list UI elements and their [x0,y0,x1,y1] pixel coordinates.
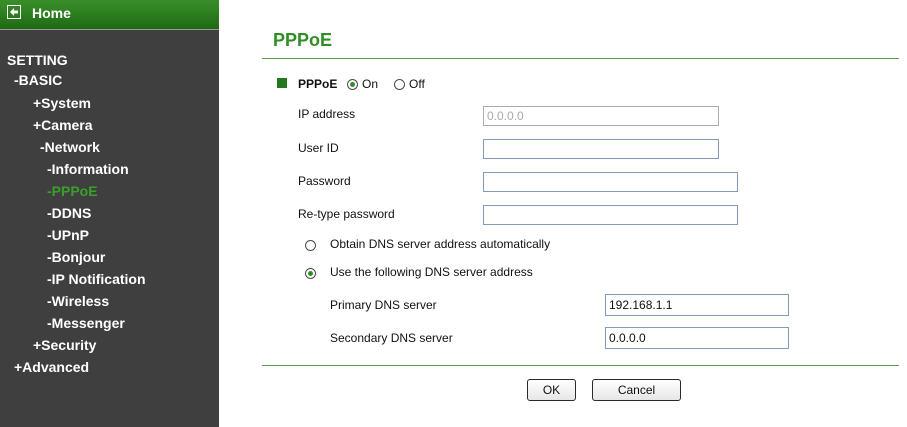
dns-manual-label[interactable]: Use the following DNS server address [330,265,533,279]
sidebar-item-system[interactable]: +System [33,95,91,111]
sidebar-item-advanced[interactable]: +Advanced [14,359,89,375]
form-divider [262,365,899,366]
sidebar-item-information[interactable]: -Information [47,161,129,177]
pppoe-off-label[interactable]: Off [409,77,425,91]
pppoe-label: PPPoE [298,77,338,91]
user-id-label: User ID [298,141,339,155]
dns-manual-radio[interactable] [305,268,316,279]
sidebar-item-camera[interactable]: +Camera [33,117,93,133]
home-label: Home [32,5,71,21]
section-bullet-icon [277,78,287,88]
sidebar-item-bonjour[interactable]: -Bonjour [47,249,105,265]
page-title: PPPoE [273,30,333,50]
sidebar-item-messenger[interactable]: -Messenger [47,315,125,331]
pppoe-off-radio[interactable] [394,79,405,90]
pppoe-on-radio[interactable] [347,79,358,90]
sidebar-item-wireless[interactable]: -Wireless [47,293,109,309]
sidebar-item-ip-notification[interactable]: -IP Notification [47,271,146,287]
back-arrow-icon [7,5,21,19]
password-field[interactable] [483,172,738,192]
dns-auto-radio[interactable] [305,240,316,251]
ok-button[interactable]: OK [527,379,576,401]
dns-auto-label[interactable]: Obtain DNS server address automatically [330,237,550,251]
home-button[interactable]: Home [0,0,219,30]
ip-address-field[interactable] [483,106,719,126]
ip-address-label: IP address [298,107,356,121]
sidebar-item-security[interactable]: +Security [33,337,96,353]
primary-dns-label: Primary DNS server [330,298,437,312]
sidebar-heading-setting: SETTING [7,52,68,68]
pppoe-on-label[interactable]: On [362,77,378,91]
sidebar-item-upnp[interactable]: -UPnP [47,227,89,243]
password-label: Password [298,174,351,188]
primary-dns-field[interactable] [605,294,789,316]
cancel-button[interactable]: Cancel [592,379,681,401]
sidebar-item-ddns[interactable]: -DDNS [47,205,91,221]
secondary-dns-field[interactable] [605,327,789,349]
sidebar: Home SETTING -BASIC +System +Camera -Net… [0,0,219,427]
title-divider [262,58,899,59]
sidebar-item-basic[interactable]: -BASIC [14,72,62,88]
retype-password-field[interactable] [483,205,738,225]
retype-password-label: Re-type password [298,207,395,221]
sidebar-item-pppoe[interactable]: -PPPoE [47,183,98,199]
secondary-dns-label: Secondary DNS server [330,331,453,345]
user-id-field[interactable] [483,139,719,159]
sidebar-item-network[interactable]: -Network [40,139,100,155]
